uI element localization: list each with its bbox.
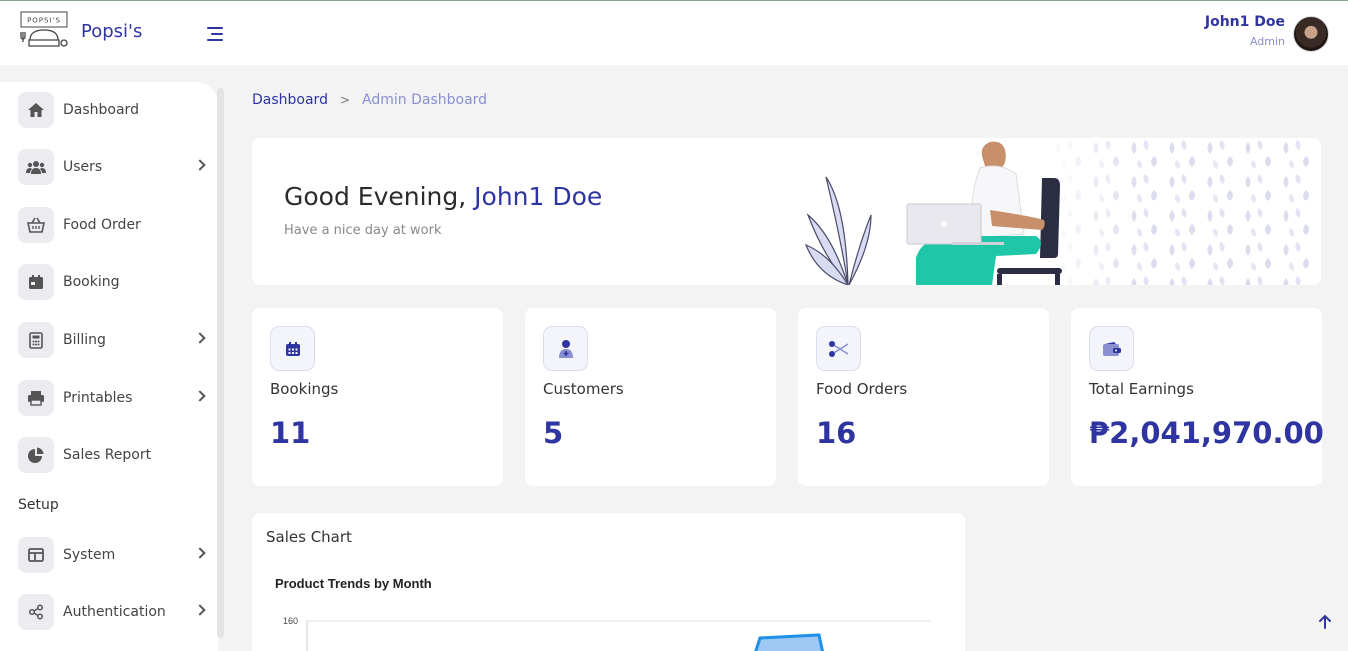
breadcrumb-separator: > [339, 93, 351, 107]
y-tick-label: 160 [283, 616, 298, 626]
share-icon [18, 594, 54, 630]
sidebar-item-label: Printables [63, 390, 133, 406]
stat-title: Customers [543, 380, 624, 398]
stat-value: 16 [816, 416, 857, 450]
welcome-banner: Good Evening, John1 Doe Have a nice day … [252, 138, 1321, 285]
brand-logo[interactable]: POPSI'S [19, 10, 69, 56]
breadcrumb: Dashboard > Admin Dashboard [252, 92, 487, 108]
sidebar-item-system[interactable]: System [18, 537, 214, 573]
sidebar-item-dashboard[interactable]: Dashboard [18, 92, 214, 128]
stat-card-bookings[interactable]: Bookings 11 [252, 308, 503, 486]
chevron-right-icon [194, 332, 206, 344]
greeting-subtitle: Have a nice day at work [284, 223, 442, 238]
stat-title: Food Orders [816, 380, 908, 398]
chevron-right-icon [194, 159, 206, 171]
greeting-heading: Good Evening, John1 Doe [284, 182, 602, 211]
sidebar-item-food-order[interactable]: Food Order [18, 207, 214, 243]
sidebar-item-users[interactable]: Users [18, 149, 214, 185]
brand-name[interactable]: Popsi's [81, 21, 142, 42]
chevron-right-icon [194, 547, 206, 559]
chevron-right-icon [194, 604, 206, 616]
logo-text: POPSI'S [27, 17, 61, 25]
breadcrumb-current: Admin Dashboard [362, 92, 488, 108]
top-bar: POPSI'S Popsi's John1 Doe Admin [0, 0, 1348, 65]
greeting-text: Good Evening, [284, 182, 467, 211]
sidebar-item-booking[interactable]: Booking [18, 264, 214, 300]
user-add-icon [543, 326, 588, 371]
users-icon [18, 149, 54, 185]
sidebar-item-billing[interactable]: Billing [18, 322, 214, 358]
sidebar-item-sales-report[interactable]: Sales Report [18, 437, 214, 473]
stat-title: Total Earnings [1089, 380, 1194, 398]
stat-value: 11 [270, 416, 311, 450]
sidebar-scrollbar[interactable] [217, 88, 224, 638]
greeting-name: John1 Doe [474, 182, 603, 211]
scissors-icon [816, 326, 861, 371]
sidebar-item-authentication[interactable]: Authentication [18, 594, 214, 630]
basket-icon [18, 207, 54, 243]
pie-chart-icon [18, 437, 54, 473]
stat-value: ₱2,041,970.00 [1089, 416, 1324, 450]
home-icon [18, 92, 54, 128]
sidebar-item-label: System [63, 547, 116, 563]
sidebar-item-label: Users [63, 159, 103, 175]
sidebar-item-label: Billing [63, 332, 106, 348]
menu-toggle-icon[interactable] [203, 25, 225, 43]
breadcrumb-home-link[interactable]: Dashboard [252, 92, 328, 108]
wallet-icon [1089, 326, 1134, 371]
printer-icon [18, 380, 54, 416]
layout-icon [18, 537, 54, 573]
sidebar-item-label: Booking [63, 274, 120, 290]
sidebar-section-setup: Setup [18, 497, 59, 513]
stat-title: Bookings [270, 380, 339, 398]
sidebar-item-label: Food Order [63, 217, 141, 233]
chart-title: Product Trends by Month [275, 576, 432, 591]
arrow-up-icon[interactable] [1316, 613, 1334, 631]
stat-card-customers[interactable]: Customers 5 [525, 308, 776, 486]
sales-chart: Product Trends by Month 160 [275, 576, 931, 651]
sidebar-item-printables[interactable]: Printables [18, 380, 214, 416]
sidebar-item-label: Authentication [63, 604, 166, 620]
sidebar-item-label: Dashboard [63, 102, 139, 118]
stat-card-food-orders[interactable]: Food Orders 16 [798, 308, 1049, 486]
user-avatar[interactable] [1293, 16, 1329, 52]
sidebar-item-label: Sales Report [63, 447, 152, 463]
stat-value: 5 [543, 416, 564, 450]
calendar-icon [18, 264, 54, 300]
calculator-icon [18, 322, 54, 358]
calendar-icon [270, 326, 315, 371]
area-series [754, 633, 824, 651]
user-name[interactable]: John1 Doe [1205, 14, 1285, 30]
sales-chart-card: Sales Chart Product Trends by Month 160 [252, 513, 965, 651]
chevron-right-icon [194, 390, 206, 402]
stat-card-total-earnings[interactable]: Total Earnings ₱2,041,970.00 [1071, 308, 1324, 486]
user-role: Admin [1249, 35, 1285, 48]
welcome-illustration [804, 138, 1321, 285]
